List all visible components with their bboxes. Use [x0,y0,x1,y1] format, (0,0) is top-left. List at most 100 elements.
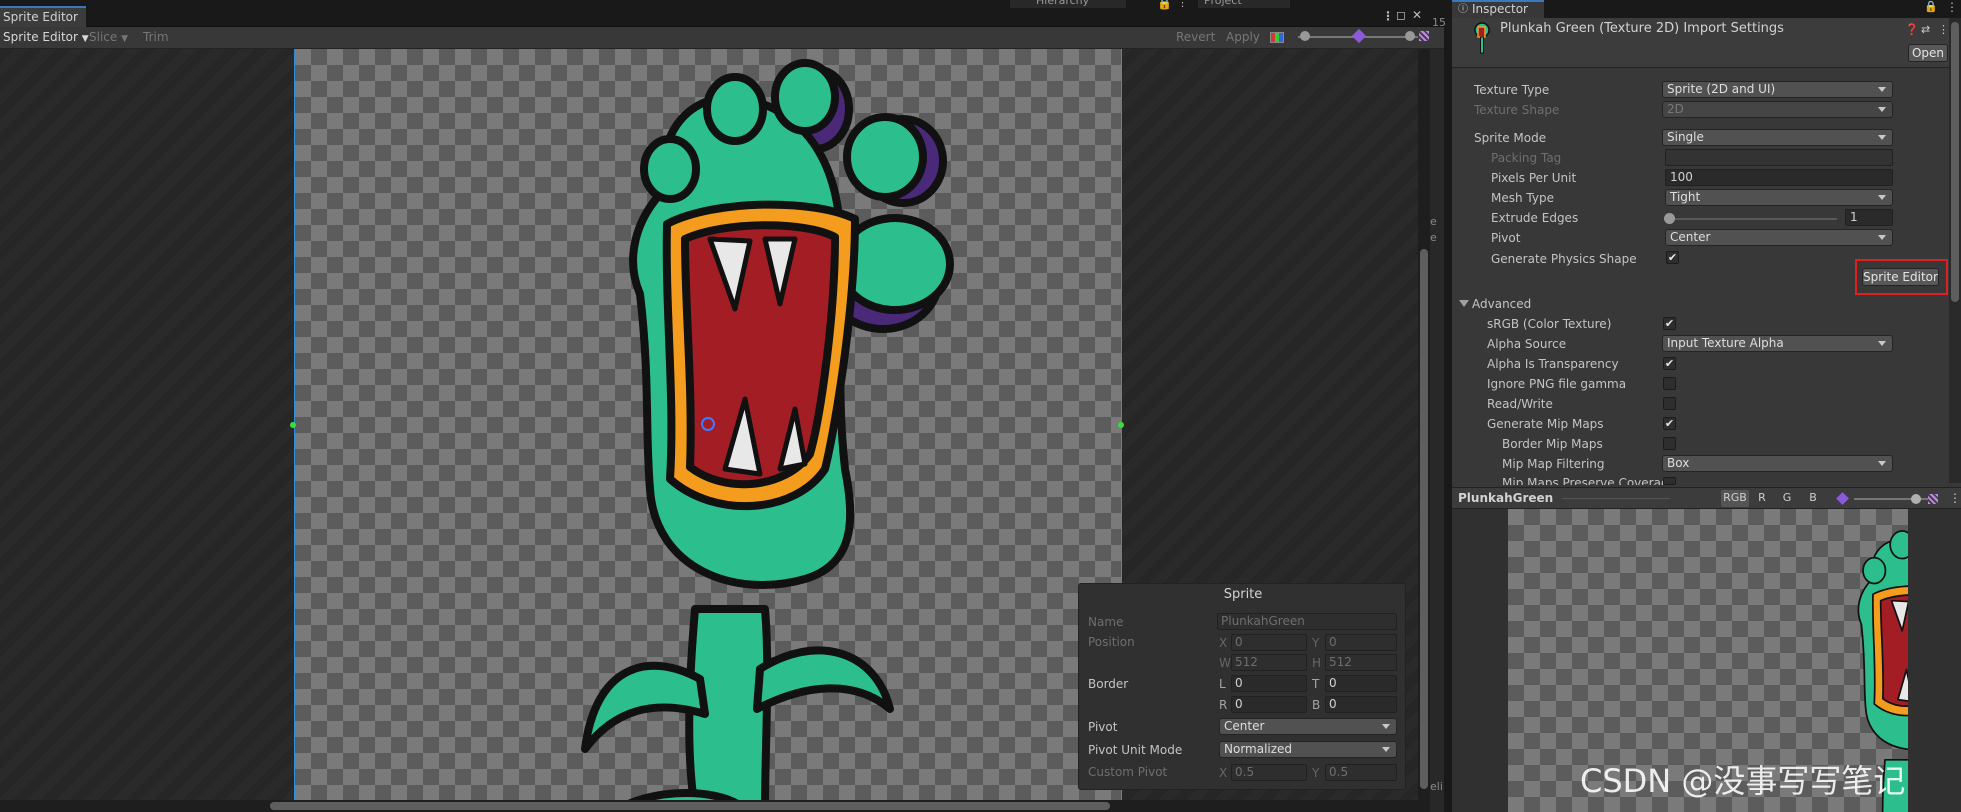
custom-pivot-y-field[interactable]: 0.5 [1325,764,1397,781]
srgb-label: sRGB (Color Texture) [1487,317,1612,331]
texture-preview: CSDN @没事写写笔记 [1452,509,1961,812]
mip-level-icon[interactable] [1351,28,1367,44]
mesh-type-dropdown[interactable]: Tight [1665,189,1893,206]
slice-dropdown[interactable]: Slice ▼ [89,30,128,47]
read-write-label: Read/Write [1487,397,1553,411]
position-w-field[interactable]: 512 [1231,654,1307,671]
lock-icon[interactable]: 🔒 [1924,0,1938,13]
zoom-slider-handle[interactable] [1300,31,1310,41]
extrude-edges-field[interactable]: 1 [1845,209,1893,226]
inspector-tab-label: Inspector [1472,2,1528,16]
canvas-vertical-scrollbar[interactable] [1418,49,1430,800]
rect-left-handle[interactable] [290,422,296,428]
sprite-editor-toolbar: Sprite Editor ▼ Slice ▼ Trim Revert Appl… [0,27,1444,49]
scrollbar-thumb[interactable] [270,802,1110,810]
canvas-horizontal-scrollbar[interactable] [0,800,1430,812]
alpha-is-transparency-checkbox[interactable]: ✔ [1663,357,1676,370]
maximize-icon[interactable]: ◻ [1396,8,1406,22]
srgb-checkbox[interactable]: ✔ [1663,317,1676,330]
channel-b-button[interactable]: B [1803,490,1823,507]
help-icon[interactable]: ❓ [1905,23,1919,36]
pivot-dropdown[interactable]: Center [1665,229,1893,246]
position-x-field[interactable]: 0 [1231,634,1307,651]
pixels-per-unit-field[interactable]: 100 [1665,169,1893,186]
trim-button[interactable]: Trim [143,30,169,45]
sprite-mode-dropdown[interactable]: Single [1662,129,1893,146]
alpha-source-dropdown[interactable]: Input Texture Alpha [1662,335,1893,352]
border-b-field[interactable]: 0 [1325,696,1397,713]
texture-shape-dropdown[interactable]: 2D [1662,101,1893,118]
axis-w-label: W [1219,656,1231,670]
sprite-name-field[interactable]: PlunkahGreen [1217,613,1397,630]
texture-asset-icon [1474,22,1490,54]
texture-type-dropdown[interactable]: Sprite (2D and UI) [1662,81,1893,98]
advanced-foldout-label[interactable]: Advanced [1472,297,1531,311]
foldout-arrow-icon[interactable] [1459,300,1469,307]
channel-rgb-button[interactable]: RGB [1721,490,1749,507]
generate-physics-shape-label: Generate Physics Shape [1491,252,1637,266]
preset-icon[interactable]: ⇄ [1921,23,1930,36]
extrude-edges-slider-handle[interactable] [1664,213,1675,224]
tab-sprite-editor[interactable]: Sprite Editor [0,6,86,27]
chevron-down-icon [1878,135,1886,140]
alpha-toggle-icon[interactable] [1419,31,1429,41]
preview-drag-handle[interactable] [1562,498,1670,499]
chevron-down-icon [1382,747,1390,752]
more-options-icon[interactable]: ⋮ [1949,491,1961,505]
inspector-header: Plunkah Green (Texture 2D) Import Settin… [1452,18,1961,68]
preview-toolbar: PlunkahGreen RGB R G B ⋮ [1452,487,1961,509]
pivot-label: Pivot [1491,231,1521,245]
open-button[interactable]: Open [1908,44,1948,62]
generate-mip-maps-label: Generate Mip Maps [1487,417,1604,431]
packing-tag-field[interactable] [1665,149,1893,166]
tab-inspector[interactable]: ⓘ Inspector [1452,0,1544,18]
lock-icon[interactable]: 🔒 [1157,0,1172,10]
mesh-type-label: Mesh Type [1491,191,1554,205]
preview-mip-slider-handle[interactable] [1911,494,1921,504]
read-write-checkbox[interactable] [1663,397,1676,410]
tab-hierarchy[interactable]: Hierarchy [1010,0,1126,8]
position-h-field[interactable]: 512 [1325,654,1397,671]
alpha-toggle-icon[interactable] [1928,494,1938,504]
alpha-is-transparency-label: Alpha Is Transparency [1487,357,1619,371]
custom-pivot-x-field[interactable]: 0.5 [1231,764,1307,781]
mip-slider-handle[interactable] [1405,31,1415,41]
editor-mode-dropdown[interactable]: Sprite Editor ▼ [3,30,89,47]
channel-r-button[interactable]: R [1752,490,1772,507]
mip-level-icon[interactable] [1836,492,1849,505]
tab-project[interactable]: Project [1198,0,1290,8]
pivot-dropdown[interactable]: Center [1219,718,1397,735]
more-options-icon[interactable]: ⋮ [1382,9,1394,23]
highlight-annotation-box [1855,259,1948,295]
extrude-edges-slider-track[interactable] [1667,218,1837,220]
color-channel-icon[interactable] [1270,32,1284,43]
preview-mip-slider-track[interactable] [1854,498,1936,500]
border-r-field[interactable]: 0 [1231,696,1307,713]
axis-t-label: T [1312,677,1320,691]
packing-tag-label: Packing Tag [1491,151,1562,165]
more-options-icon[interactable]: ⋮ [1938,23,1949,36]
panel-divider[interactable] [1444,0,1452,812]
position-y-field[interactable]: 0 [1325,634,1397,651]
mip-map-filtering-dropdown[interactable]: Box [1662,455,1893,472]
generate-physics-shape-checkbox[interactable]: ✔ [1666,251,1679,264]
mesh-type-value: Tight [1670,190,1701,204]
close-icon[interactable]: ✕ [1412,8,1422,22]
channel-g-button[interactable]: G [1777,490,1797,507]
generate-mip-maps-checkbox[interactable]: ✔ [1663,417,1676,430]
mip-maps-preserve-coverage-checkbox[interactable] [1663,477,1676,485]
more-options-icon[interactable]: ⋮ [1177,0,1188,9]
apply-button[interactable]: Apply [1226,30,1260,45]
inspector-scrollbar[interactable] [1949,18,1961,483]
scrollbar-thumb[interactable] [1420,249,1428,789]
border-l-field[interactable]: 0 [1231,675,1307,692]
pivot-unit-mode-dropdown[interactable]: Normalized [1219,741,1397,758]
scrollbar-thumb[interactable] [1951,22,1959,302]
border-t-field[interactable]: 0 [1325,675,1397,692]
pivot-handle[interactable] [701,417,715,431]
border-mip-maps-checkbox[interactable] [1663,437,1676,450]
rect-right-handle[interactable] [1118,422,1124,428]
revert-button[interactable]: Revert [1176,30,1215,45]
ignore-png-gamma-checkbox[interactable] [1663,377,1676,390]
more-options-icon[interactable]: ⋮ [1946,0,1958,14]
